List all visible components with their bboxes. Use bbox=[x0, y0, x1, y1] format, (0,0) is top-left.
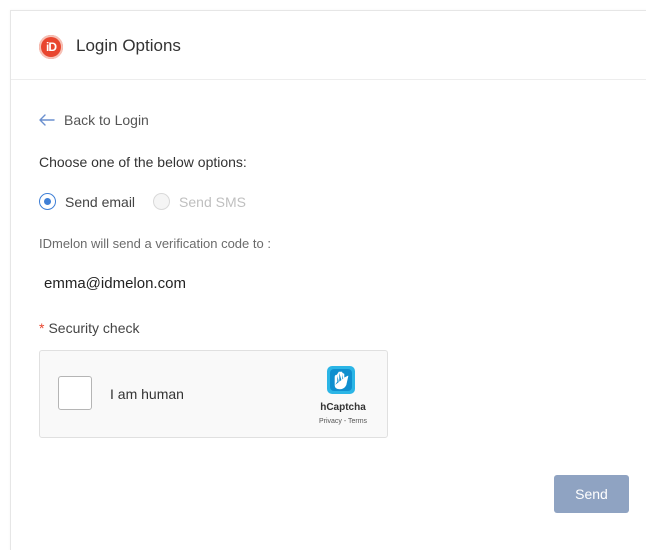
hcaptcha-logo-icon bbox=[327, 366, 355, 394]
required-marker: * bbox=[39, 320, 45, 336]
login-options-card: iD Login Options Back to Login Choose on… bbox=[10, 10, 646, 550]
back-to-login-link[interactable]: Back to Login bbox=[39, 112, 149, 128]
send-sms-label: Send SMS bbox=[179, 193, 246, 210]
send-sms-radio[interactable] bbox=[153, 193, 171, 210]
captcha-label: I am human bbox=[110, 386, 184, 402]
send-email-label[interactable]: Send email bbox=[65, 194, 135, 210]
captcha-brand: hCaptcha bbox=[320, 402, 366, 413]
security-check-label: * Security check bbox=[39, 320, 140, 336]
hcaptcha-widget: I am human hCaptcha Privacy - Terms bbox=[39, 350, 388, 438]
send-email-radio[interactable] bbox=[39, 193, 56, 210]
logo-text: iD bbox=[46, 40, 57, 54]
idmelon-logo-icon: iD bbox=[39, 35, 63, 59]
delivery-options: Send email Send SMS bbox=[39, 193, 246, 210]
security-check-text: Security check bbox=[48, 320, 140, 336]
options-instruction: Choose one of the below options: bbox=[39, 154, 247, 170]
send-button[interactable]: Send bbox=[554, 475, 629, 513]
card-header: iD Login Options bbox=[11, 11, 646, 80]
page-title: Login Options bbox=[76, 36, 181, 55]
arrow-left-icon bbox=[39, 114, 55, 126]
recipient-email: emma@idmelon.com bbox=[44, 275, 186, 292]
verification-text: IDmelon will send a verification code to… bbox=[39, 236, 271, 251]
captcha-checkbox[interactable] bbox=[58, 376, 92, 410]
captcha-privacy-terms-links[interactable]: Privacy - Terms bbox=[308, 418, 378, 425]
back-link-label: Back to Login bbox=[64, 112, 149, 128]
